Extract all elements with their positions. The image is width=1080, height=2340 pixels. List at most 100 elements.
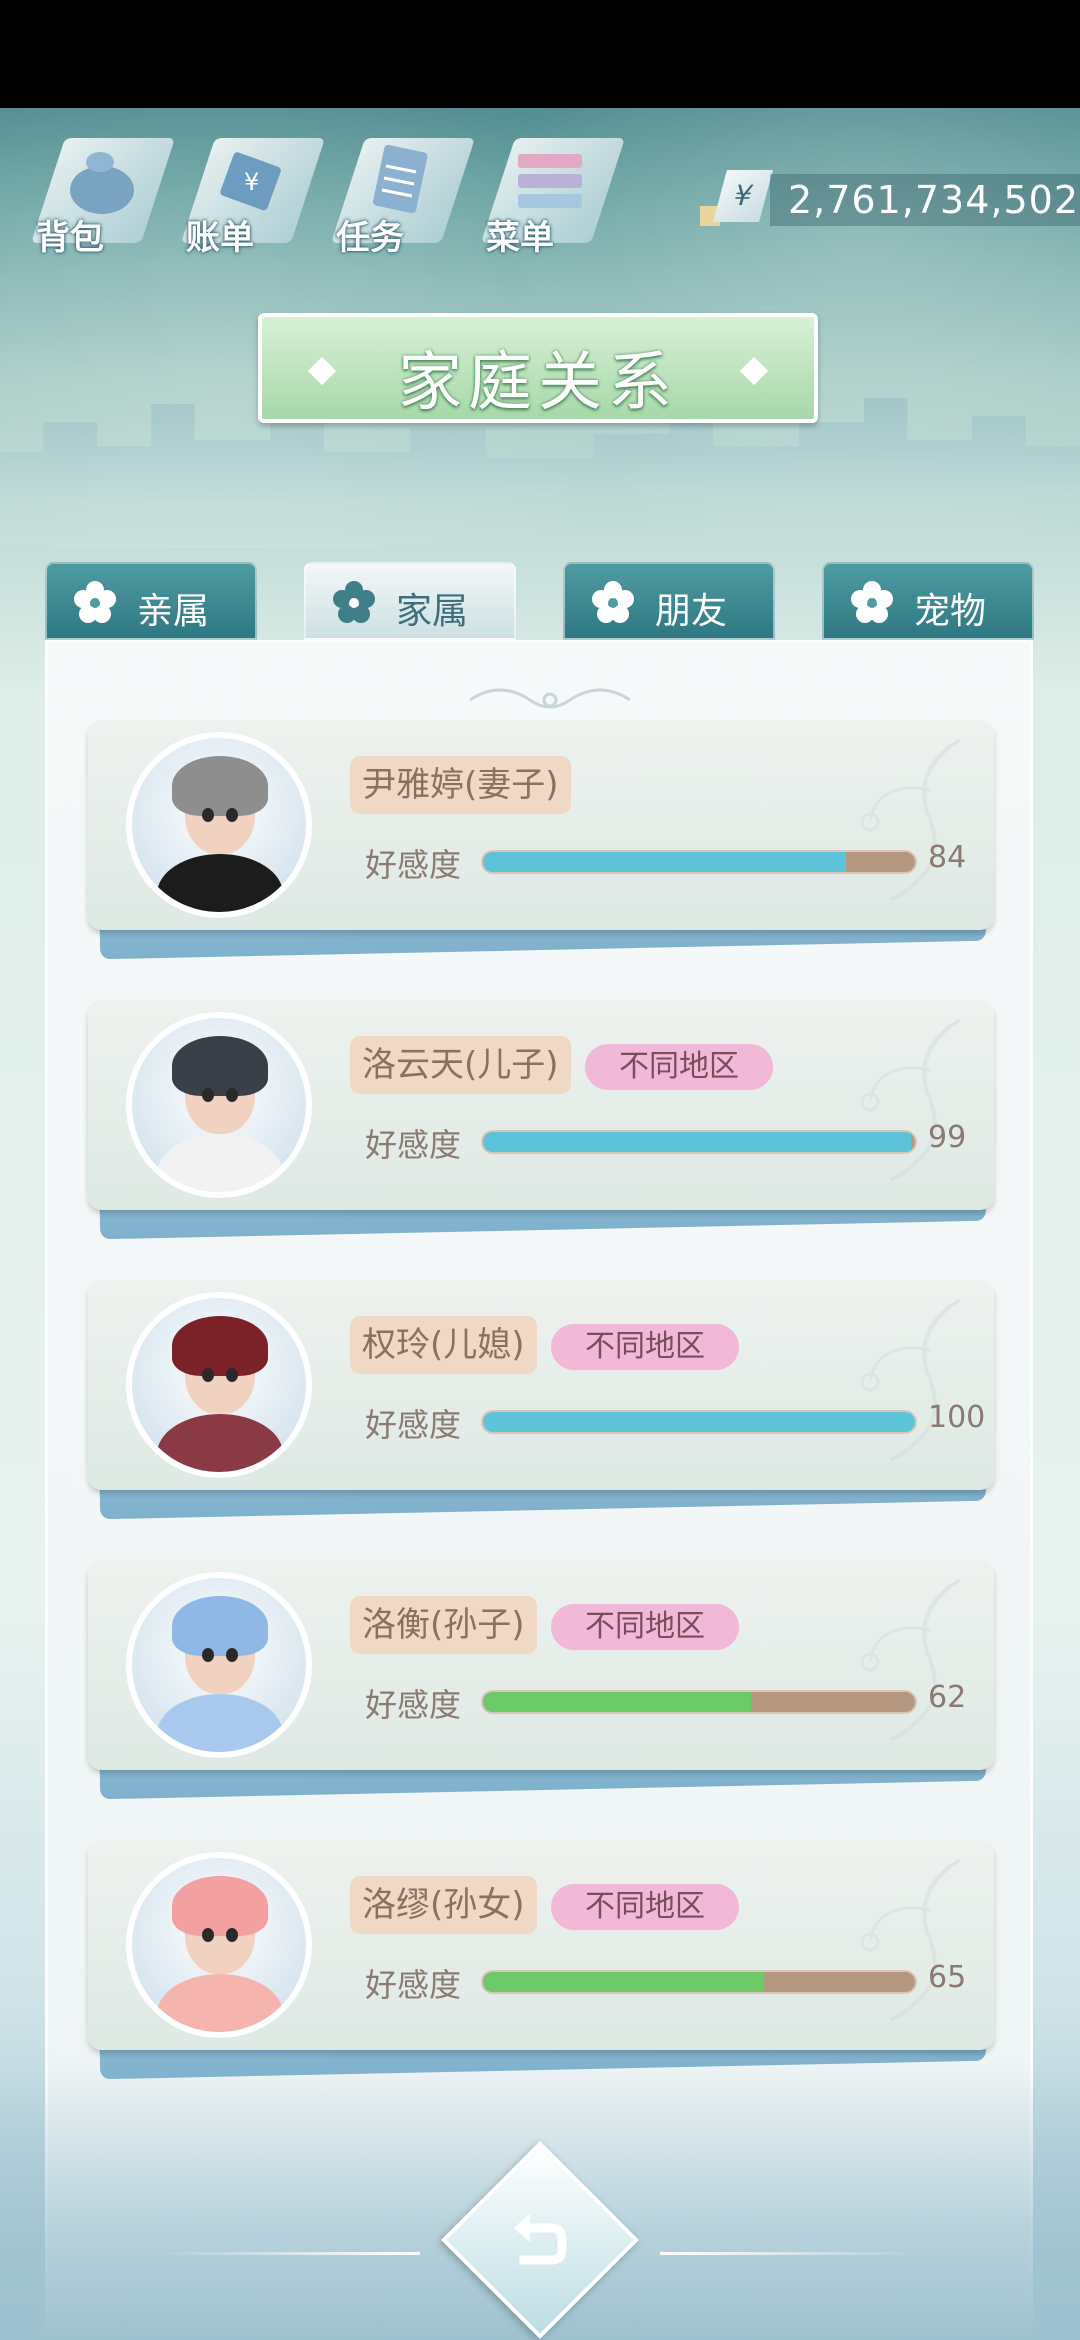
card-body: 洛云天(儿子) 不同地区 好感度 99	[88, 1000, 994, 1210]
tab-relatives[interactable]: 亲属	[45, 562, 257, 640]
affinity-fill	[483, 1412, 915, 1432]
card-body: 洛缪(孙女) 不同地区 好感度 65	[88, 1840, 994, 2050]
avatar-eye	[226, 1088, 238, 1102]
menu-button[interactable]: 菜单	[480, 120, 626, 260]
tab-label: 亲属	[137, 591, 210, 632]
family-member-card[interactable]: 洛缪(孙女) 不同地区 好感度 65	[88, 1840, 994, 2080]
vine-ornament-icon	[860, 1858, 962, 2022]
avatar-torso	[157, 1414, 283, 1472]
affinity-value: 84	[928, 840, 967, 875]
vine-ornament-icon	[860, 1298, 962, 1462]
avatar-hair	[172, 1036, 268, 1096]
flower-icon	[333, 581, 375, 623]
vine-ornament-icon	[860, 1018, 962, 1182]
tab-label: 宠物	[914, 591, 987, 632]
affinity-value: 100	[928, 1400, 986, 1435]
region-badge: 不同地区	[551, 1324, 739, 1370]
affinity-fill	[483, 1972, 764, 1992]
member-name: 洛云天(儿子)	[350, 1036, 571, 1094]
avatar-hair	[172, 756, 268, 816]
currency-amount: 2,761,734,502	[788, 178, 1080, 222]
avatar-torso	[157, 1974, 283, 2032]
tab-label: 家属	[396, 591, 469, 632]
affinity-fill	[483, 1692, 751, 1712]
avatar-eye	[226, 808, 238, 822]
avatar-eye	[226, 1648, 238, 1662]
card-body: 尹雅婷(妻子) 好感度 84	[88, 720, 994, 930]
family-member-card[interactable]: 洛云天(儿子) 不同地区 好感度 99	[88, 1000, 994, 1240]
bag-label: 背包	[36, 218, 104, 258]
affinity-fill	[483, 852, 846, 872]
page-title-banner: 家庭关系	[258, 313, 818, 423]
avatar-torso	[157, 854, 283, 912]
divider	[160, 2252, 420, 2255]
page-title: 家庭关系	[398, 346, 678, 420]
tab-friends[interactable]: 朋友	[563, 562, 775, 640]
svg-text:¥: ¥	[244, 168, 259, 196]
avatar-torso	[157, 1134, 283, 1192]
yen-icon: ¥	[713, 170, 773, 222]
bag-icon	[70, 152, 134, 214]
member-name: 洛缪(孙女)	[350, 1876, 537, 1934]
avatar-torso	[157, 1694, 283, 1752]
task-label: 任务	[336, 218, 404, 258]
affinity-bar	[481, 850, 917, 874]
affinity-label: 好感度	[365, 846, 462, 884]
avatar[interactable]	[126, 1852, 312, 2038]
return-icon[interactable]	[500, 2200, 580, 2280]
avatar-eye	[226, 1928, 238, 1942]
member-name: 权玲(儿媳)	[350, 1316, 537, 1374]
affinity-label: 好感度	[365, 1966, 462, 2004]
flower-icon	[851, 581, 893, 623]
affinity-bar	[481, 1690, 917, 1714]
task-button[interactable]: 任务	[330, 120, 476, 260]
affinity-bar	[481, 1130, 917, 1154]
avatar[interactable]	[126, 732, 312, 918]
currency-display: ¥ 2,761,734,502	[700, 170, 1080, 234]
bag-button[interactable]: 背包	[30, 120, 176, 260]
family-member-card[interactable]: 洛衡(孙子) 不同地区 好感度 62	[88, 1560, 994, 1800]
menu-label: 菜单	[486, 218, 554, 258]
menu-icon	[518, 154, 582, 208]
avatar[interactable]	[126, 1292, 312, 1478]
affinity-label: 好感度	[365, 1686, 462, 1724]
member-name: 洛衡(孙子)	[350, 1596, 537, 1654]
flower-icon	[74, 581, 116, 623]
scroll-ornament-icon	[469, 688, 631, 709]
family-member-card[interactable]: 权玲(儿媳) 不同地区 好感度 100	[88, 1280, 994, 1520]
family-member-card[interactable]: 尹雅婷(妻子) 好感度 84	[88, 720, 994, 960]
bill-icon: ¥	[220, 152, 281, 211]
avatar-eye	[202, 1088, 214, 1102]
avatar[interactable]	[126, 1572, 312, 1758]
affinity-label: 好感度	[365, 1126, 462, 1164]
bill-button[interactable]: ¥ 账单	[180, 120, 326, 260]
region-badge: 不同地区	[585, 1044, 773, 1090]
avatar-hair	[172, 1316, 268, 1376]
status-bar	[0, 0, 1080, 108]
tab-family[interactable]: 家属	[304, 562, 516, 640]
affinity-value: 62	[928, 1680, 967, 1715]
tab-pets[interactable]: 宠物	[822, 562, 1034, 640]
affinity-value: 65	[928, 1960, 967, 1995]
region-badge: 不同地区	[551, 1884, 739, 1930]
avatar[interactable]	[126, 1012, 312, 1198]
tab-label: 朋友	[655, 591, 728, 632]
divider	[660, 2252, 920, 2255]
avatar-hair	[172, 1596, 268, 1656]
card-body: 洛衡(孙子) 不同地区 好感度 62	[88, 1560, 994, 1770]
flower-icon	[592, 581, 634, 623]
affinity-value: 99	[928, 1120, 967, 1155]
affinity-bar	[481, 1410, 917, 1434]
region-badge: 不同地区	[551, 1604, 739, 1650]
affinity-label: 好感度	[365, 1406, 462, 1444]
avatar-eye	[202, 1648, 214, 1662]
vine-ornament-icon	[860, 1578, 962, 1742]
avatar-hair	[172, 1876, 268, 1936]
avatar-eye	[202, 1928, 214, 1942]
avatar-eye	[226, 1368, 238, 1382]
task-icon	[372, 144, 428, 214]
card-body: 权玲(儿媳) 不同地区 好感度 100	[88, 1280, 994, 1490]
bill-label: 账单	[186, 218, 254, 258]
affinity-fill	[483, 1132, 911, 1152]
avatar-eye	[202, 1368, 214, 1382]
